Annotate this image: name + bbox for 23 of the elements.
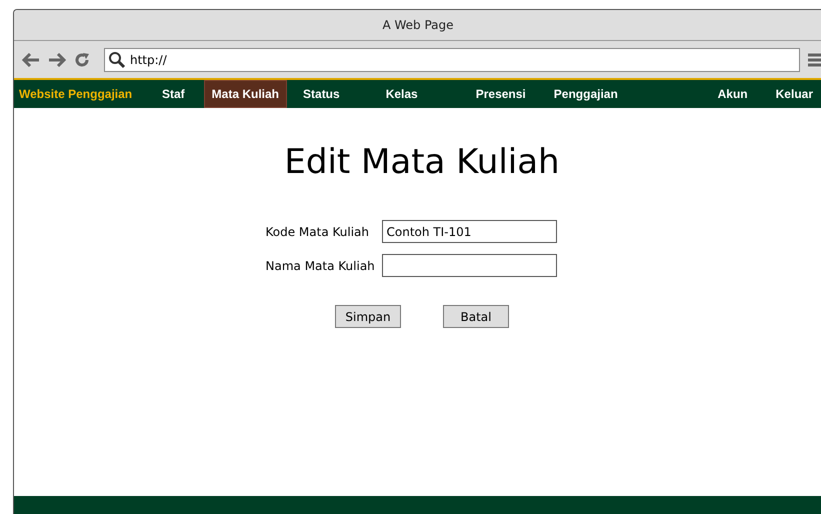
- nav-item[interactable]: Kelas: [378, 80, 425, 108]
- nav-item[interactable]: Penggajian: [546, 80, 625, 108]
- nav-item[interactable]: Akun: [710, 80, 755, 108]
- field-label: Kode Mata Kuliah: [266, 224, 370, 238]
- search-icon: [108, 50, 126, 68]
- nav-item[interactable]: Keluar: [768, 80, 820, 108]
- site-brand[interactable]: Website Penggajian: [14, 80, 151, 108]
- menu-icon[interactable]: [808, 52, 821, 66]
- nav-item[interactable]: Mata Kuliah: [204, 80, 288, 108]
- back-icon[interactable]: [22, 52, 40, 66]
- nav-item[interactable]: Presensi: [468, 80, 533, 108]
- nav-item[interactable]: Status: [296, 80, 347, 108]
- nav-item[interactable]: Staf: [155, 80, 192, 108]
- reload-icon[interactable]: [74, 52, 90, 68]
- form-button[interactable]: Batal: [443, 305, 509, 328]
- url-field[interactable]: http://: [104, 48, 800, 72]
- form-button[interactable]: Simpan: [335, 305, 401, 328]
- input-field[interactable]: Contoh TI-101: [382, 220, 556, 243]
- page-heading: Edit Mata Kuliah: [284, 142, 560, 182]
- window-title: A Web Page: [382, 18, 454, 32]
- field-label: Nama Mata Kuliah: [266, 258, 376, 272]
- input-field[interactable]: [382, 254, 556, 277]
- forward-icon[interactable]: [48, 52, 66, 66]
